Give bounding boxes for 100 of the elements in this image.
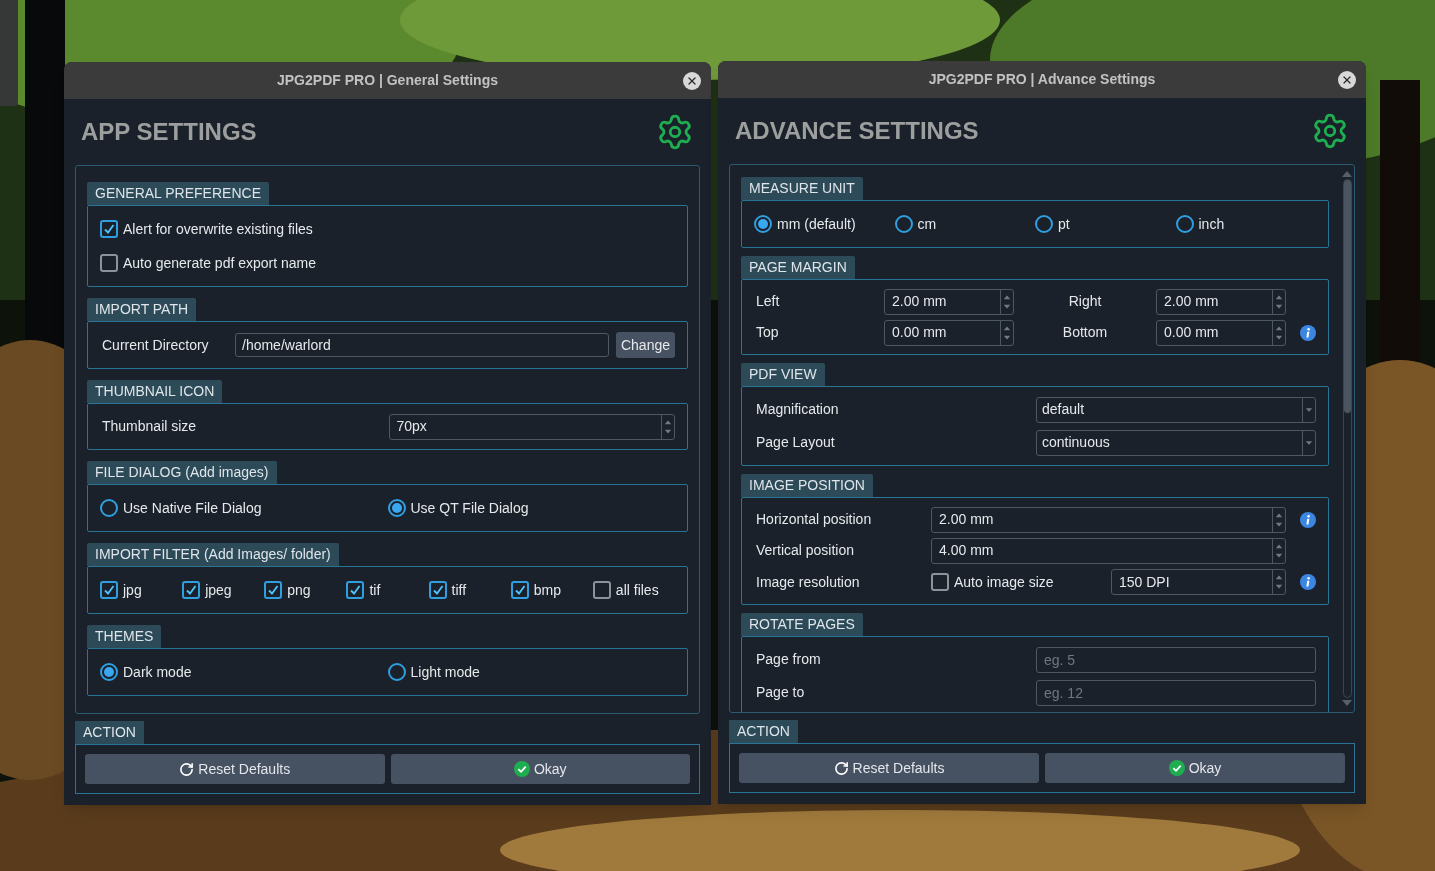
check-circle-icon (1168, 760, 1185, 776)
spin-arrows-icon (1000, 320, 1013, 345)
radio-label: Use Native File Dialog (123, 498, 262, 518)
field-label: Bottom (1062, 323, 1108, 342)
field-label: Top (756, 323, 780, 342)
check-icon (349, 584, 362, 596)
group-title: FILE DIALOG (Add images) (87, 461, 277, 484)
check-icon (431, 584, 444, 596)
info-icon (1300, 511, 1316, 528)
input-field[interactable]: eg. 5 (1036, 646, 1316, 673)
radio-button[interactable] (754, 215, 772, 233)
group-title: IMPORT FILTER (Add Images/ folder) (87, 543, 339, 566)
reset-button[interactable]: Reset Defaults (739, 753, 1039, 783)
page-heading: ADVANCE SETTINGS (735, 116, 979, 146)
radio-label: pt (1058, 214, 1070, 234)
radio-label: Use QT File Dialog (410, 498, 529, 518)
group-title: THUMBNAIL ICON (87, 380, 223, 403)
checkbox[interactable] (931, 573, 949, 591)
radio-button[interactable] (894, 215, 913, 233)
check-icon (103, 584, 115, 596)
checkbox[interactable] (100, 581, 118, 599)
change-button[interactable]: Change (615, 332, 675, 358)
field-label: Right (1068, 292, 1102, 311)
radio-button[interactable] (387, 663, 406, 681)
radio-button[interactable] (100, 499, 118, 517)
field-label: Current Directory (102, 335, 210, 355)
check-icon (513, 584, 526, 596)
field-label: Horizontal position (756, 510, 873, 529)
settings-icon (656, 113, 694, 151)
radio-label: inch (1198, 214, 1225, 234)
checkbox[interactable] (100, 220, 118, 238)
checkbox-label: tif (369, 580, 381, 600)
radio-label: cm (917, 214, 937, 234)
group-title: MEASURE UNIT (741, 177, 863, 200)
field-label: Left (756, 292, 781, 311)
field-label: Page Layout (756, 433, 836, 452)
checkbox[interactable] (182, 581, 201, 599)
radio-button[interactable] (1035, 215, 1053, 233)
group-title: IMAGE POSITION (741, 474, 873, 497)
checkbox[interactable] (264, 581, 283, 599)
group-title: ROTATE PAGES (741, 613, 863, 636)
checkbox-label: bmp (533, 580, 561, 600)
spin-arrows-icon (1272, 538, 1285, 563)
checkbox[interactable] (592, 581, 611, 599)
spin-box[interactable]: 0.00 mm (1156, 319, 1286, 346)
group-title: ACTION (75, 721, 144, 744)
spin-box[interactable]: 0.00 mm (884, 319, 1014, 346)
reset-button[interactable]: Reset Defaults (85, 754, 385, 784)
spin-arrows-icon (1000, 289, 1013, 314)
path-field[interactable]: /home/warlord (235, 333, 609, 357)
checkbox[interactable] (346, 581, 365, 599)
field-label: Page to (756, 683, 806, 702)
spin-box[interactable]: 2.00 mm (1156, 288, 1286, 315)
radio-label: Light mode (410, 662, 480, 682)
group-title: ACTION (729, 720, 798, 743)
close-icon (686, 75, 698, 87)
scroll-down-icon (1342, 700, 1352, 706)
spin-box[interactable]: 4.00 mm (931, 537, 1286, 564)
close-button[interactable] (1338, 71, 1356, 89)
radio-label: mm (default) (777, 214, 856, 234)
checkbox[interactable] (510, 581, 529, 599)
okay-button[interactable]: Okay (390, 754, 690, 784)
checkbox-label: png (287, 580, 311, 600)
radio-button[interactable] (1175, 215, 1194, 233)
group-title: PAGE MARGIN (741, 256, 855, 279)
input-field[interactable]: eg. 12 (1036, 679, 1316, 706)
settings-icon (1311, 112, 1349, 150)
field-label: Vertical position (756, 541, 856, 560)
checkbox-label: all files (615, 580, 659, 600)
group-title: PDF VIEW (741, 363, 825, 386)
info-icon (1300, 324, 1316, 341)
checkbox[interactable] (428, 581, 447, 599)
scrollbar-thumb[interactable] (1343, 180, 1351, 413)
spin-arrows-icon (1272, 570, 1285, 594)
spin-box[interactable]: 2.00 mm (884, 288, 1014, 315)
caret-icon (1302, 430, 1315, 455)
radio-button[interactable] (387, 499, 406, 517)
spin-box[interactable]: 150 DPI (1111, 569, 1286, 595)
radio-button[interactable] (100, 663, 118, 681)
check-circle-icon (513, 761, 530, 777)
dropdown[interactable]: default (1036, 396, 1316, 423)
checkbox-label: Auto generate pdf export name (123, 253, 317, 273)
field-label: Magnification (756, 400, 840, 419)
checkbox[interactable] (100, 254, 118, 272)
spin-arrows-icon (1272, 507, 1285, 532)
dropdown[interactable]: continuous (1036, 429, 1316, 456)
group-title: GENERAL PREFERENCE (87, 182, 269, 205)
page-heading: APP SETTINGS (81, 117, 257, 147)
spin-box[interactable]: 2.00 mm (931, 506, 1286, 533)
radio-label: Dark mode (123, 662, 192, 682)
checkbox-label: jpg (123, 580, 142, 600)
refresh-icon (179, 761, 195, 777)
refresh-icon (833, 760, 849, 776)
spin-box[interactable]: 70px (388, 413, 675, 440)
close-button[interactable] (683, 72, 701, 90)
okay-button[interactable]: Okay (1045, 753, 1345, 783)
close-icon (1341, 74, 1353, 86)
spin-arrows-icon (661, 414, 674, 439)
field-label: Page from (756, 650, 822, 669)
checkbox-label: Alert for overwrite existing files (123, 219, 313, 239)
